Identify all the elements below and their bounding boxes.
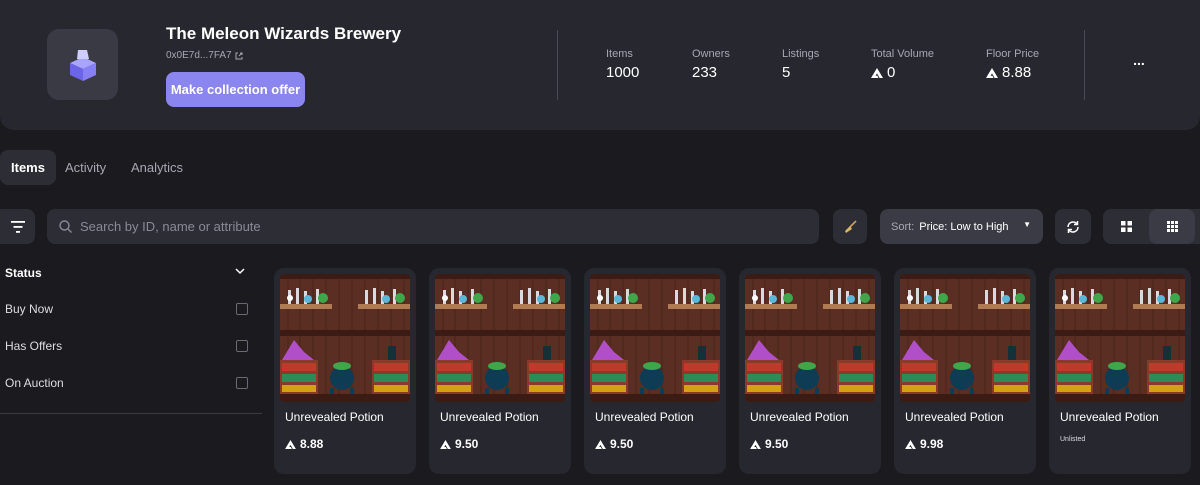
potion-shelf-image — [745, 274, 875, 402]
stat-label: Items — [606, 48, 633, 60]
collection-logo — [47, 29, 118, 100]
filter-label: Buy Now — [5, 302, 54, 316]
potion-shelf-image — [900, 274, 1030, 402]
tab-analytics[interactable]: Analytics — [120, 150, 194, 185]
contract-address: 0x0E7d...7FA7 — [166, 50, 232, 61]
card-price: 8.88 — [300, 437, 324, 451]
token-icon — [750, 440, 761, 449]
chevron-down-icon[interactable] — [234, 265, 246, 277]
broom-icon — [845, 219, 857, 233]
cube-box-icon — [69, 49, 96, 81]
more-options-button[interactable]: ... — [1127, 52, 1151, 72]
has-offers-checkbox[interactable] — [236, 340, 248, 352]
potion-shelf-image — [435, 274, 565, 402]
tab-activity[interactable]: Activity — [54, 150, 117, 185]
filter-on-auction[interactable]: On Auction — [5, 373, 248, 393]
tab-items[interactable]: Items — [0, 150, 56, 185]
potion-shelf-image — [280, 274, 410, 402]
card-name: Unrevealed Potion — [1060, 410, 1159, 424]
card-price: 9.98 — [920, 437, 944, 451]
token-icon — [986, 68, 998, 78]
card-name: Unrevealed Potion — [285, 410, 384, 424]
sort-label: Sort: — [891, 220, 915, 233]
stat-label: Floor Price — [986, 48, 1040, 60]
card-name: Unrevealed Potion — [905, 410, 1004, 424]
stat-label: Listings — [782, 48, 820, 60]
on-auction-checkbox[interactable] — [236, 377, 248, 389]
nft-card[interactable]: Unrevealed Potion 9.50 — [429, 268, 571, 474]
caret-down-icon: ▼ — [1023, 220, 1031, 229]
nft-card[interactable]: Unrevealed Potion 9.50 — [739, 268, 881, 474]
card-price: 9.50 — [455, 437, 479, 451]
sort-dropdown[interactable]: Sort: Price: Low to High ▼ — [880, 209, 1043, 244]
filter-has-offers[interactable]: Has Offers — [5, 336, 248, 356]
nft-card[interactable]: Unrevealed Potion Unlisted — [1049, 268, 1191, 474]
stat-value: 0 — [887, 64, 896, 81]
search-placeholder: Search by ID, name or attribute — [80, 219, 261, 234]
grid-2x2-icon — [1120, 221, 1132, 232]
card-name: Unrevealed Potion — [750, 410, 849, 424]
search-input[interactable]: Search by ID, name or attribute — [47, 209, 819, 244]
filter-label: On Auction — [5, 376, 64, 390]
external-link-icon — [235, 52, 243, 59]
filter-buy-now[interactable]: Buy Now — [5, 299, 248, 319]
stat-floor-price: Floor Price 8.88 — [986, 48, 1039, 81]
status-filter-title[interactable]: Status — [5, 266, 42, 280]
stat-value: 8.88 — [1002, 64, 1032, 81]
card-name: Unrevealed Potion — [440, 410, 539, 424]
nft-card[interactable]: Unrevealed Potion 9.50 — [584, 268, 726, 474]
card-price: 9.50 — [765, 437, 789, 451]
stat-items: Items 1000 — [606, 48, 639, 81]
nft-card[interactable]: Unrevealed Potion 8.88 — [274, 268, 416, 474]
stat-listings: Listings 5 — [782, 48, 819, 81]
token-icon — [440, 440, 451, 449]
token-icon — [595, 440, 606, 449]
stat-value: 1000 — [606, 64, 640, 81]
collection-title: The Meleon Wizards Brewery — [166, 24, 402, 43]
make-collection-offer-button[interactable]: Make collection offer — [166, 72, 305, 107]
card-name: Unrevealed Potion — [595, 410, 694, 424]
clear-filters-button[interactable] — [833, 209, 867, 244]
stat-value: 5 — [782, 64, 791, 81]
filter-label: Has Offers — [5, 339, 63, 353]
stat-total-volume: Total Volume 0 — [871, 48, 934, 81]
filter-toggle-button[interactable] — [0, 209, 35, 244]
stat-label: Owners — [692, 48, 730, 60]
search-icon — [59, 220, 72, 233]
refresh-icon — [1067, 220, 1079, 233]
buy-now-checkbox[interactable] — [236, 303, 248, 315]
potion-shelf-image — [1055, 274, 1185, 402]
unlisted-label: Unlisted — [1060, 436, 1086, 443]
view-toggle — [1103, 209, 1200, 244]
large-grid-view-button[interactable] — [1103, 209, 1149, 244]
contract-address-link[interactable]: 0x0E7d...7FA7 — [166, 50, 243, 61]
header-divider — [557, 30, 558, 100]
refresh-button[interactable] — [1055, 209, 1091, 244]
token-icon — [905, 440, 916, 449]
stat-label: Total Volume — [871, 48, 934, 60]
grid-3x3-icon — [1166, 221, 1178, 232]
token-icon — [285, 440, 296, 449]
potion-shelf-image — [590, 274, 720, 402]
filter-lines-icon — [10, 220, 25, 233]
stat-owners: Owners 233 — [692, 48, 730, 81]
stat-value: 233 — [692, 64, 718, 81]
token-icon — [871, 68, 883, 78]
header-divider — [1084, 30, 1085, 100]
small-grid-view-button[interactable] — [1149, 209, 1195, 244]
card-price: 9.50 — [610, 437, 634, 451]
sidebar-divider — [0, 413, 262, 414]
nft-card[interactable]: Unrevealed Potion 9.98 — [894, 268, 1036, 474]
sort-value: Price: Low to High — [919, 220, 1009, 233]
collection-header: The Meleon Wizards Brewery 0x0E7d...7FA7… — [0, 0, 1200, 130]
